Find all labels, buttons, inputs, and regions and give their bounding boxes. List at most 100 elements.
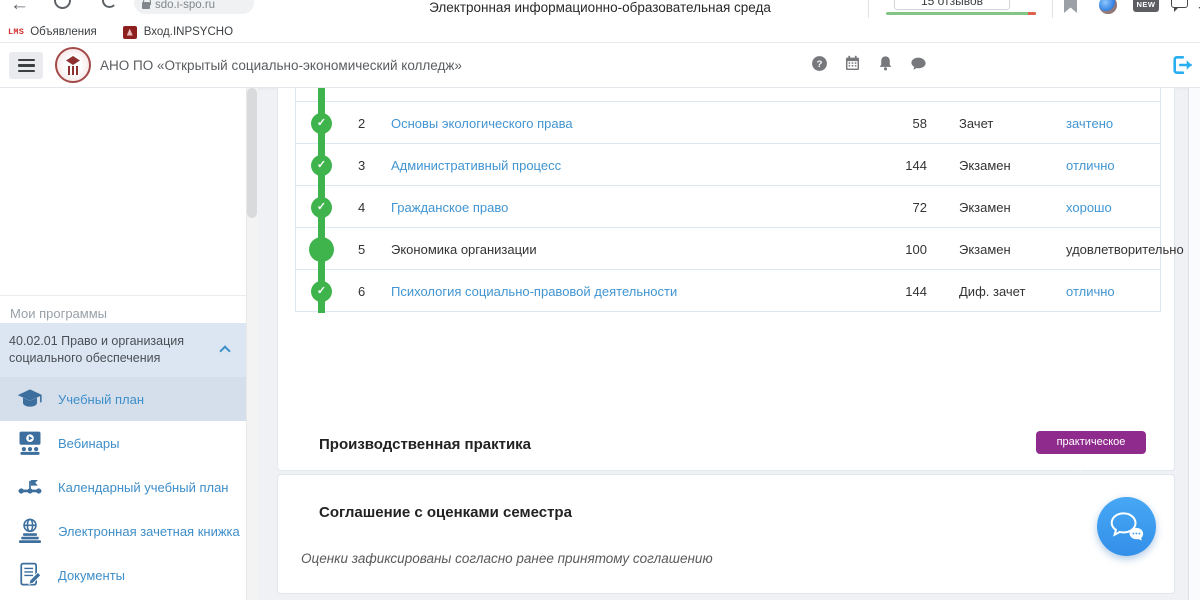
- discipline-name: Экономика организации: [391, 242, 537, 257]
- lms-logo-icon: LMS: [8, 27, 24, 37]
- sidebar-item-label: Электронная зачетная книжка: [58, 524, 240, 539]
- browser-profile-icon[interactable]: [1099, 0, 1117, 14]
- check-circle-icon: ✓: [311, 113, 332, 134]
- sidebar-item[interactable]: Учебный план: [0, 377, 246, 421]
- sidebar-item-label: Календарный учебный план: [58, 480, 228, 495]
- feedback-chat-icon[interactable]: [1171, 0, 1188, 8]
- sidebar-item-label: Вебинары: [58, 436, 119, 451]
- screen: ← sdo.i-spo.ru Электронная информационно…: [0, 0, 1200, 600]
- grade-value[interactable]: отлично: [1066, 158, 1115, 173]
- lock-icon: [142, 2, 150, 9]
- table-row: 5Экономика организации100Экзаменудовлетв…: [295, 228, 1161, 270]
- sidebar-program-header[interactable]: 40.02.01 Право и организация социального…: [0, 323, 246, 377]
- reload-icon[interactable]: [102, 0, 117, 8]
- hours-value: 144: [887, 284, 927, 299]
- sidebar-item-label: Учебный план: [58, 392, 144, 407]
- grade-value[interactable]: отлично: [1066, 284, 1115, 299]
- grade-value[interactable]: зачтено: [1066, 116, 1113, 131]
- bookmark-label: Вход.INPSYCHO: [144, 26, 233, 38]
- graduation-cap-icon: [16, 385, 44, 413]
- inpsycho-logo-icon: [123, 26, 137, 39]
- support-chat-button[interactable]: [1097, 497, 1156, 556]
- logout-icon[interactable]: [1170, 53, 1194, 77]
- discipline-name[interactable]: Административный процесс: [391, 158, 561, 173]
- sidebar-item[interactable]: Вебинары: [0, 421, 246, 465]
- extension-icon[interactable]: [54, 0, 71, 9]
- discipline-name[interactable]: Основы экологического права: [391, 116, 573, 131]
- content-panel: 2Основы экологического права58Зачетзачте…: [277, 88, 1175, 471]
- toolbar-divider: [868, 0, 869, 18]
- calendar-icon[interactable]: [843, 54, 862, 73]
- check-circle-icon: ✓: [311, 155, 332, 176]
- org-title: АНО ПО «Открытый социально-экономический…: [100, 58, 462, 73]
- globe-books-icon: [16, 517, 44, 545]
- agreement-note: Оценки зафиксированы согласно ранее прин…: [301, 551, 713, 566]
- app-header: АНО ПО «Открытый социально-экономический…: [0, 43, 1200, 88]
- page-scrollbar[interactable]: [1188, 88, 1200, 600]
- check-circle-icon: ✓: [311, 197, 332, 218]
- back-icon[interactable]: ←: [10, 0, 29, 16]
- row-number: 2: [358, 116, 365, 131]
- site-rating-widget[interactable]: 15 отзывов: [880, 0, 1046, 18]
- url-text: sdo.i-spo.ru: [155, 0, 215, 11]
- document-pencil-icon: [16, 561, 44, 589]
- sidebar-item[interactable]: Календарный учебный план: [0, 465, 246, 509]
- address-bar[interactable]: sdo.i-spo.ru: [134, 0, 254, 14]
- control-form: Экзамен: [959, 242, 1011, 257]
- sidebar-scrollbar[interactable]: [246, 88, 258, 600]
- control-form: Экзамен: [959, 158, 1011, 173]
- hours-value: 100: [887, 242, 927, 257]
- bookmark-flag-icon[interactable]: [1064, 0, 1077, 13]
- row-number: 3: [358, 158, 365, 173]
- timeline-flag-icon: [16, 473, 44, 501]
- progress-circle-icon: [309, 237, 334, 262]
- downloads-icon[interactable]: ⌄: [1196, 0, 1200, 14]
- bookmark-item[interactable]: Вход.INPSYCHO: [123, 26, 233, 39]
- check-circle-icon: ✓: [311, 281, 332, 302]
- table-row: 2Основы экологического права58Зачетзачте…: [295, 102, 1161, 144]
- sidebar-menu: Учебный план Вебинары Календарный учебный …: [0, 377, 246, 597]
- control-form: Экзамен: [959, 200, 1011, 215]
- semester-table: 2Основы экологического права58Зачетзачте…: [295, 88, 1161, 312]
- section-title-agreement: Соглашение с оценками семестра: [319, 504, 572, 521]
- discipline-name[interactable]: Психология социально-правовой деятельнос…: [391, 284, 677, 299]
- bookmarks-bar: LMS Объявления Вход.INPSYCHO: [0, 22, 1200, 43]
- hours-value: 144: [887, 158, 927, 173]
- row-number: 4: [358, 200, 365, 215]
- table-row: 3 Административный процесс 144 Экзамен отлич…: [295, 144, 1161, 186]
- notifications-bell-icon[interactable]: [876, 54, 895, 73]
- sidebar-item[interactable]: Электронная зачетная книжка: [0, 509, 246, 553]
- program-title: 40.02.01 Право и организация социального…: [9, 334, 184, 365]
- agreement-panel: Соглашение с оценками семестра Оценки за…: [277, 474, 1175, 594]
- hours-value: 72: [887, 200, 927, 215]
- practice-badge: практическое обучение: [1036, 431, 1146, 454]
- bookmark-item[interactable]: LMS Объявления: [8, 26, 97, 38]
- progress-timeline: ✓ ✓ ✓ ✓: [307, 88, 335, 313]
- browser-toolbar: ← sdo.i-spo.ru Электронная информационно…: [0, 0, 1200, 22]
- chevron-up-icon: [219, 345, 230, 356]
- table-row: 6 Психология социально-правовой деятельно…: [295, 270, 1161, 312]
- grade-value[interactable]: хорошо: [1066, 200, 1112, 215]
- chat-bubbles-icon: [1108, 510, 1146, 544]
- control-form: Диф. зачет: [959, 284, 1025, 299]
- toolbar-divider: [1052, 0, 1053, 18]
- discipline-name[interactable]: Гражданское право: [391, 200, 508, 215]
- college-logo: [55, 47, 91, 83]
- webinar-icon: [16, 429, 44, 457]
- row-number: 6: [358, 284, 365, 299]
- help-icon[interactable]: ?: [810, 54, 829, 73]
- header-icon-group: ?: [810, 54, 928, 73]
- menu-toggle-button[interactable]: [9, 52, 43, 79]
- page-title: Электронная информационно-образовательна…: [300, 0, 900, 15]
- rating-bar: [886, 12, 1036, 15]
- row-number: 5: [358, 242, 365, 257]
- messages-icon[interactable]: [909, 54, 928, 73]
- sidebar-item[interactable]: Документы: [0, 553, 246, 597]
- sidebar: Мои программы 40.02.01 Право и организац…: [0, 88, 258, 600]
- new-badge[interactable]: NEW: [1133, 0, 1159, 12]
- table-row-partial: [295, 88, 1161, 102]
- bookmark-label: Объявления: [30, 26, 97, 38]
- grade-value: удовлетворительно: [1066, 242, 1184, 257]
- hours-value: 58: [887, 116, 927, 131]
- svg-text:?: ?: [817, 59, 823, 70]
